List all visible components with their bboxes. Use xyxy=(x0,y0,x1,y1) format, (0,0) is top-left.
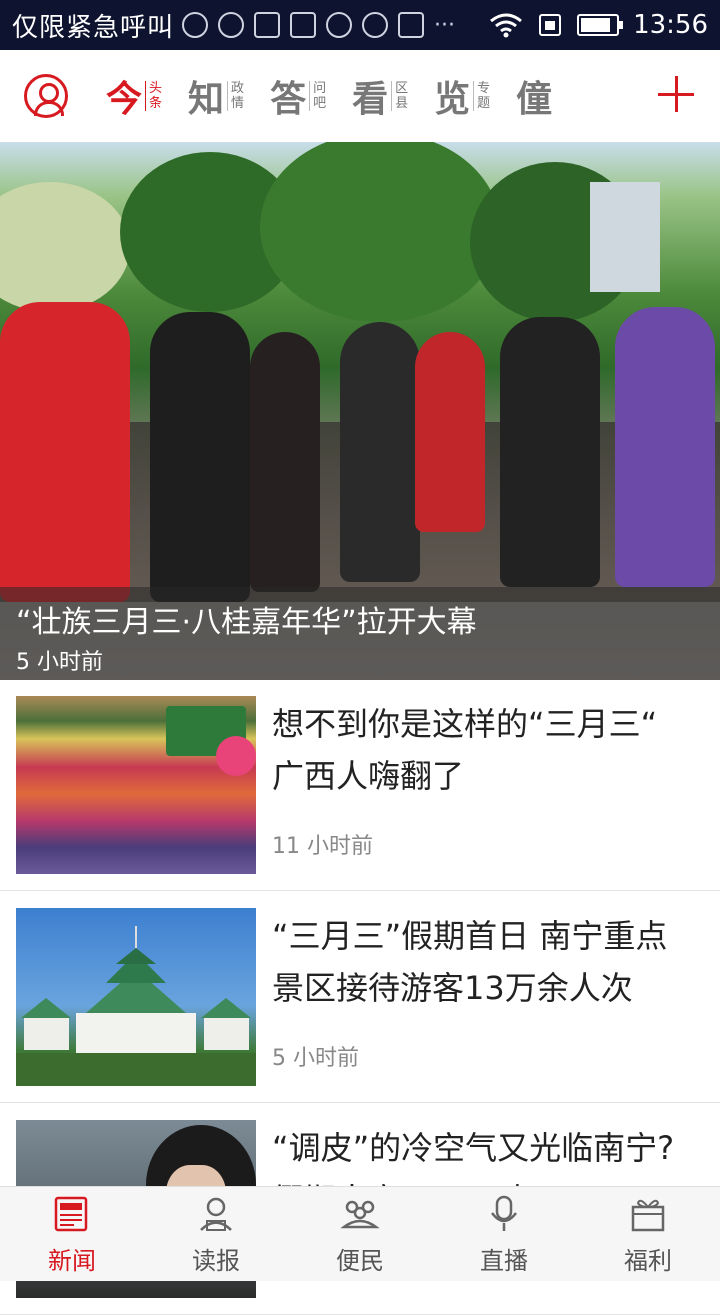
tab-small-chars: 问 吧 xyxy=(309,81,326,111)
tab-small-chars: 头 条 xyxy=(145,81,162,111)
tab-small-char: 题 xyxy=(477,96,491,111)
more-icon: ··· xyxy=(434,12,455,38)
alert-icon xyxy=(362,12,389,38)
loading-icon xyxy=(182,12,209,38)
tab-small-chars: 专 题 xyxy=(473,81,490,111)
tab-reader[interactable]: 读报 xyxy=(144,1187,288,1281)
tab-big-char: 答 xyxy=(270,78,307,120)
tab-small-char: 情 xyxy=(231,96,245,111)
tab-small-char: 区 xyxy=(395,81,409,96)
top-nav: 今 头 条 知 政 情 答 问 吧 看 区 县 览 专 题 僮 xyxy=(0,50,720,142)
tab-topics[interactable]: 览 专 题 xyxy=(434,70,490,122)
news-icon xyxy=(54,1196,88,1232)
tab-small-char: 条 xyxy=(149,96,163,111)
add-channel-icon[interactable] xyxy=(656,74,696,114)
tab-small-char: 政 xyxy=(231,81,245,96)
tab-big-char: 僮 xyxy=(516,78,553,120)
sim-icon xyxy=(539,14,562,36)
article-list-item[interactable]: “三月三”假期首日 南宁重点景区接待游客13万余人次 5 小时前 xyxy=(0,892,720,1103)
article-title: 想不到你是这样的“三月三“ 广西人嗨翻了 xyxy=(272,705,658,795)
tab-small-char: 头 xyxy=(149,81,163,96)
channel-tabs: 今 头 条 知 政 情 答 问 吧 看 区 县 览 专 题 僮 xyxy=(106,70,578,122)
tab-community[interactable]: 便民 xyxy=(288,1187,432,1281)
bottom-tab-bar: 新闻 读报 便民 直播 福利 xyxy=(0,1186,720,1281)
tab-today-headlines[interactable]: 今 头 条 xyxy=(106,70,162,122)
tab-label: 福利 xyxy=(624,1247,672,1275)
tab-welfare[interactable]: 福利 xyxy=(576,1187,720,1281)
tab-live[interactable]: 直播 xyxy=(432,1187,576,1281)
status-bar: 仅限紧急呼叫 ··· 13:56 xyxy=(0,0,720,50)
keyboard-icon xyxy=(398,12,425,38)
image-icon xyxy=(290,12,317,38)
tab-label: 便民 xyxy=(336,1247,384,1275)
tab-label: 直播 xyxy=(480,1247,528,1275)
tab-big-char: 览 xyxy=(434,78,471,120)
article-title: “三月三”假期首日 南宁重点景区接待游客13万余人次 xyxy=(272,917,668,1007)
tab-label: 新闻 xyxy=(48,1247,96,1275)
tab-small-char: 吧 xyxy=(313,96,327,111)
battery-icon xyxy=(577,14,624,36)
tab-news[interactable]: 新闻 xyxy=(0,1187,144,1281)
tab-small-char: 县 xyxy=(395,96,409,111)
tab-politics[interactable]: 知 政 情 xyxy=(188,70,244,122)
tab-small-chars: 政 情 xyxy=(227,81,244,111)
wifi-icon xyxy=(490,13,522,38)
tabs-fade xyxy=(600,50,640,142)
article-thumbnail xyxy=(16,908,256,1086)
user-profile-icon[interactable] xyxy=(24,74,68,118)
battery-saver-icon xyxy=(254,12,281,38)
reader-icon xyxy=(200,1197,232,1231)
carrier-text: 仅限紧急呼叫 xyxy=(12,12,175,43)
tab-big-char: 今 xyxy=(106,78,143,120)
article-time: 5 小时前 xyxy=(272,1046,359,1071)
tab-small-char: 专 xyxy=(477,81,491,96)
tab-big-char: 知 xyxy=(188,78,225,120)
hero-title: “壮族三月三·八桂嘉年华”拉开大幕 xyxy=(16,605,477,640)
hero-time: 5 小时前 xyxy=(16,650,103,675)
tab-label: 读报 xyxy=(192,1247,240,1275)
notification-icons: ··· xyxy=(182,12,455,38)
tab-small-char: 问 xyxy=(313,81,327,96)
tab-small-chars: 区 县 xyxy=(391,81,408,111)
tab-partial[interactable]: 僮 xyxy=(516,70,552,122)
hero-banner[interactable]: “壮族三月三·八桂嘉年华”拉开大幕 5 小时前 xyxy=(0,142,720,680)
tab-big-char: 看 xyxy=(352,78,389,120)
no-disturb-icon xyxy=(326,12,353,38)
gift-icon xyxy=(631,1199,665,1232)
article-list-item[interactable]: 想不到你是这样的“三月三“ 广西人嗨翻了 11 小时前 xyxy=(0,680,720,891)
tab-districts[interactable]: 看 区 县 xyxy=(352,70,408,122)
clock: 13:56 xyxy=(633,10,708,40)
headset-icon xyxy=(218,12,245,38)
tab-qa[interactable]: 答 问 吧 xyxy=(270,70,326,122)
microphone-icon xyxy=(491,1195,517,1231)
battery-fill xyxy=(581,18,610,32)
article-thumbnail xyxy=(16,696,256,874)
article-time: 11 小时前 xyxy=(272,834,373,859)
community-icon xyxy=(340,1200,380,1229)
